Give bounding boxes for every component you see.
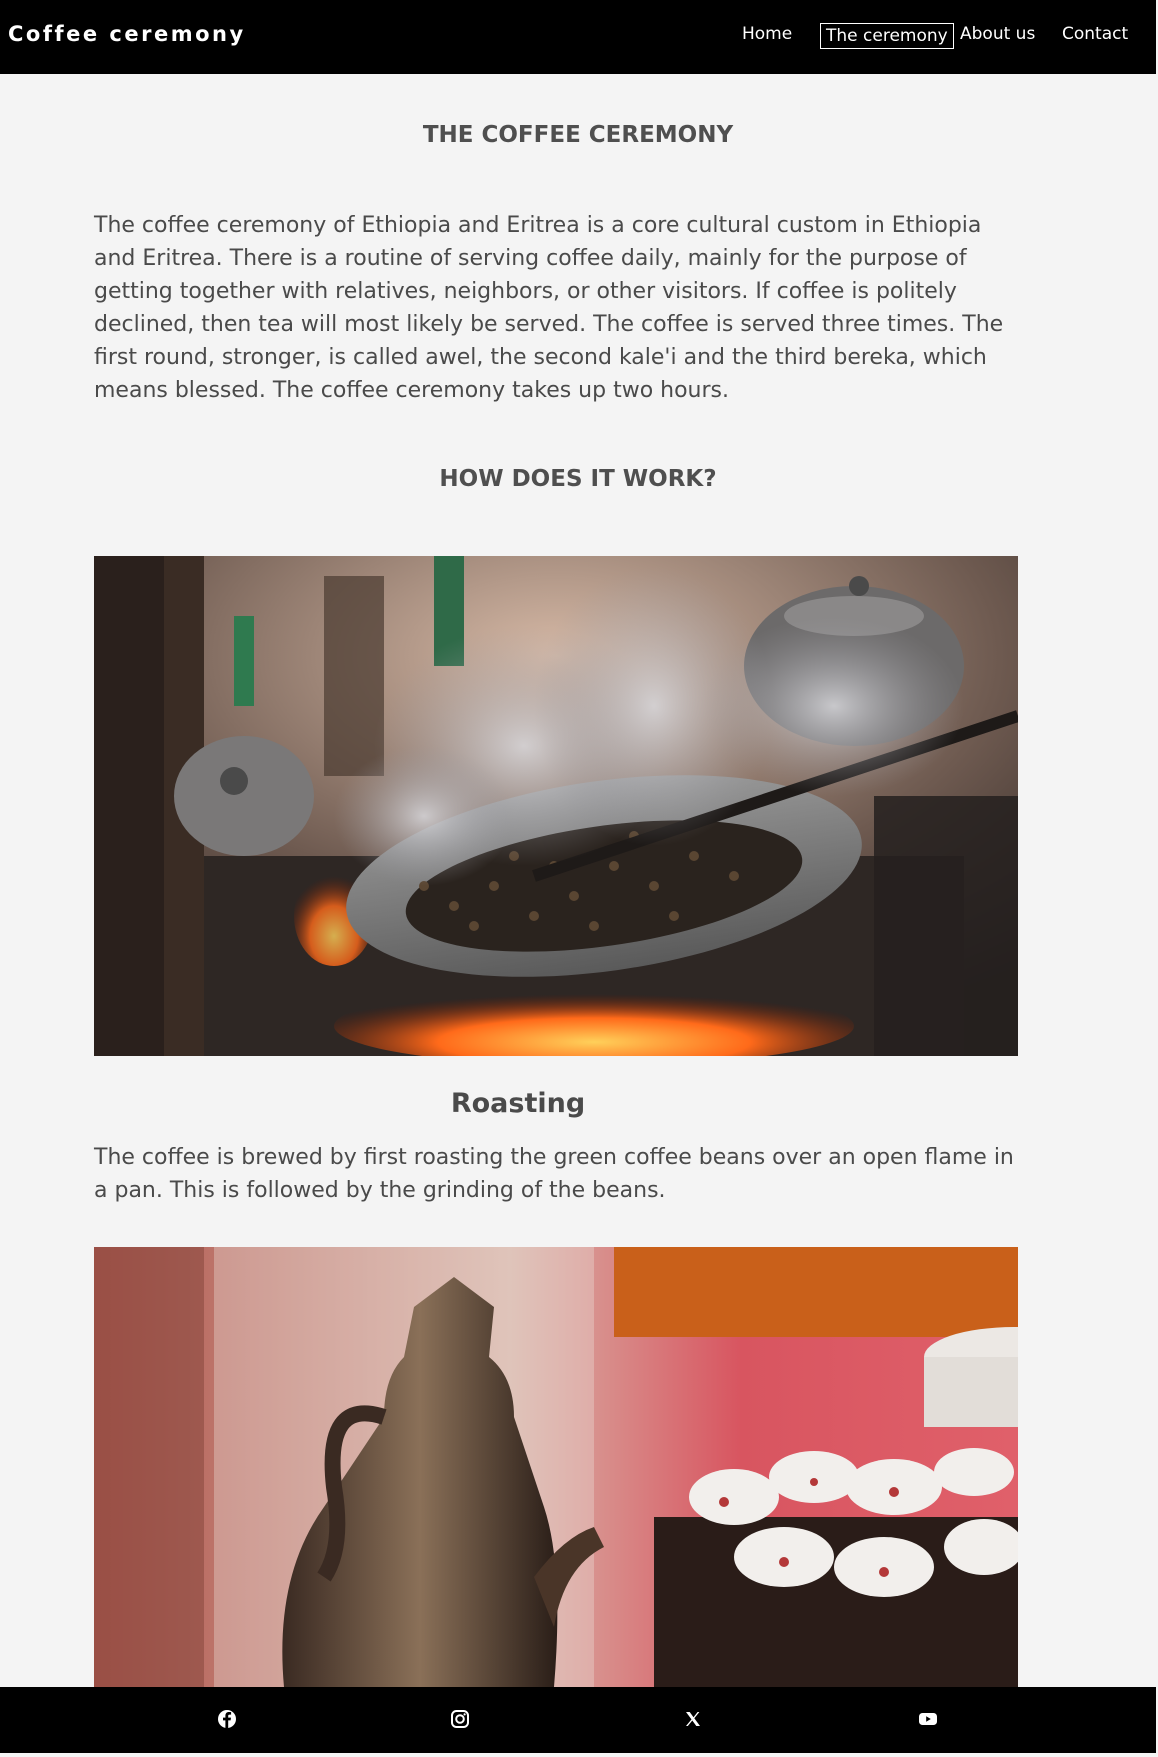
facebook-icon[interactable] (215, 1707, 239, 1731)
roasting-heading: Roasting (450, 1088, 586, 1119)
page-title: THE COFFEE CEREMONY (422, 122, 734, 148)
nav-about-us[interactable]: About us (960, 24, 1035, 44)
top-navbar: Coffee ceremony Home The ceremony About … (0, 0, 1156, 74)
youtube-icon[interactable] (916, 1707, 940, 1731)
x-icon[interactable] (681, 1707, 705, 1731)
nav-contact[interactable]: Contact (1062, 24, 1128, 44)
roasting-paragraph: The coffee is brewed by first roasting t… (94, 1145, 1014, 1203)
intro-paragraph: The coffee ceremony of Ethiopia and Erit… (94, 213, 1004, 403)
brand-logo[interactable]: Coffee ceremony (8, 22, 246, 46)
how-it-works-heading: HOW DOES IT WORK? (439, 466, 717, 492)
footer (0, 1687, 1156, 1753)
instagram-icon[interactable] (448, 1707, 472, 1731)
jebena-photo (94, 1247, 1018, 1687)
roasting-photo (94, 556, 1018, 1056)
nav-home[interactable]: Home (742, 24, 792, 44)
nav-the-ceremony[interactable]: The ceremony (820, 23, 954, 49)
